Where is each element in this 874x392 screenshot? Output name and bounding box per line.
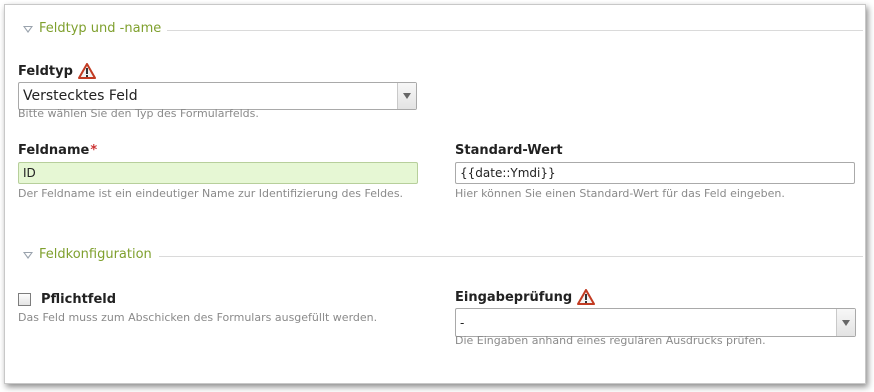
standard-wert-label: Standard-Wert	[455, 143, 563, 158]
feldtyp-select[interactable]: Verstecktes Feld	[18, 82, 417, 110]
chevron-down-icon[interactable]	[836, 309, 855, 336]
standard-wert-label-row: Standard-Wert	[455, 143, 563, 158]
eingabepruefung-select-value: -	[460, 315, 465, 330]
eingabepruefung-help: Die Eingaben anhand eines regulären Ausd…	[455, 334, 766, 347]
pflichtfeld-checkbox[interactable]	[18, 293, 31, 306]
standard-wert-input-value: {{date::Ymdi}}	[460, 166, 556, 180]
section-legend-label: Feldkonfiguration	[39, 247, 152, 262]
pflichtfeld-help: Das Feld muss zum Abschicken des Formula…	[18, 311, 378, 324]
feldtyp-label: Feldtyp	[18, 63, 73, 79]
feldname-input[interactable]: ID	[18, 162, 418, 184]
required-marker: *	[90, 143, 98, 158]
feldname-input-value: ID	[23, 166, 36, 180]
eingabepruefung-label: Eingabeprüfung	[455, 289, 573, 305]
warning-icon	[577, 289, 596, 305]
section-legend-feldkonfiguration[interactable]: Feldkonfiguration	[23, 247, 152, 262]
pflichtfeld-label[interactable]: Pflichtfeld	[41, 292, 116, 307]
collapse-triangle-icon[interactable]	[23, 26, 33, 33]
feldname-label-row: Feldname *	[18, 143, 97, 158]
section-divider	[167, 30, 863, 31]
feldtyp-help: Bitte wählen Sie den Typ des Formularfel…	[18, 107, 259, 120]
feldtyp-label-row: Feldtyp	[18, 63, 96, 79]
warning-icon	[77, 63, 96, 79]
form-panel: Feldtyp und -name Feldtyp Verstecktes Fe…	[4, 4, 866, 384]
collapse-triangle-icon[interactable]	[23, 252, 33, 259]
pflichtfeld-label-row[interactable]: Pflichtfeld	[41, 292, 116, 307]
chevron-down-icon[interactable]	[397, 83, 416, 109]
standard-wert-input[interactable]: {{date::Ymdi}}	[455, 162, 855, 184]
eingabepruefung-label-row: Eingabeprüfung	[455, 289, 596, 305]
feldname-label: Feldname	[18, 143, 90, 158]
section-legend-label: Feldtyp und -name	[39, 21, 162, 36]
feldtyp-select-value: Verstecktes Feld	[23, 88, 138, 104]
section-legend-feldtyp[interactable]: Feldtyp und -name	[23, 21, 161, 36]
eingabepruefung-select[interactable]: -	[455, 308, 856, 337]
standard-wert-help: Hier können Sie einen Standard-Wert für …	[455, 187, 785, 200]
feldname-help: Der Feldname ist ein eindeutiger Name zu…	[18, 187, 404, 200]
section-divider	[159, 256, 863, 257]
